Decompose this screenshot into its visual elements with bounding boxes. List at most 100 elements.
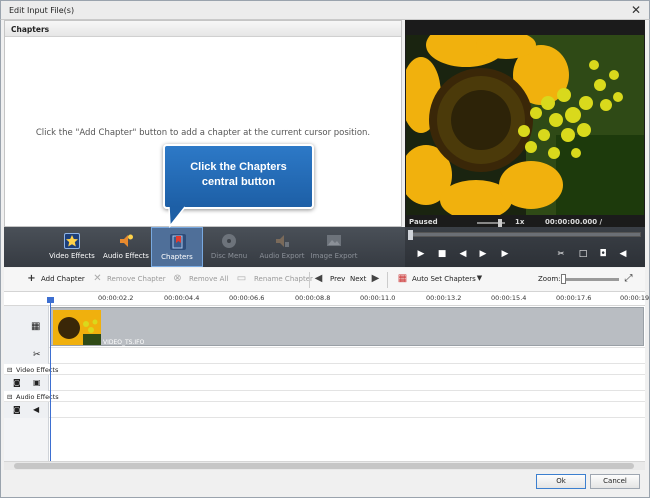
video-effects-section-label: Video Effects — [16, 366, 59, 374]
chapter-track-header: ✂ — [4, 348, 49, 364]
scrollbar-thumb[interactable] — [14, 463, 634, 469]
audio-effects-row: ◙ ◀ — [4, 402, 645, 418]
timeline-ruler: 00:00:02.2 00:00:04.4 00:00:06.6 00:00:0… — [4, 292, 650, 306]
tab-label: Video Effects — [49, 252, 95, 260]
visibility-toggle-icon[interactable]: ◙ — [13, 378, 21, 387]
zoom-label: Zoom: — [538, 275, 561, 283]
scissors-icon: ✂ — [33, 350, 41, 360]
visibility-toggle-icon[interactable]: ◙ — [13, 405, 21, 414]
cancel-button[interactable]: Cancel — [590, 474, 640, 489]
callout-text: Click the Chapters central button — [165, 160, 312, 190]
tab-video-effects[interactable]: Video Effects — [46, 227, 98, 267]
remove-chapter-icon: ✕ — [93, 273, 102, 284]
ruler-tick: 00:00:04.4 — [164, 294, 200, 302]
trim-icon[interactable]: ✂ — [555, 249, 567, 259]
audio-effects-icon — [118, 233, 134, 249]
callout-line-2: central button — [201, 176, 276, 188]
next-frame-icon[interactable]: ▶ — [477, 249, 489, 259]
ok-button[interactable]: Ok — [536, 474, 586, 489]
collapse-icon[interactable]: ⊟ — [7, 393, 12, 401]
playback-speed: 1x — [515, 218, 525, 226]
collapse-icon[interactable]: ⊟ — [7, 366, 12, 374]
tab-label: Audio Export — [259, 252, 305, 260]
chevron-down-icon[interactable]: ▼ — [474, 273, 485, 284]
next-arrow-icon[interactable]: ▶ — [370, 273, 381, 284]
disc-menu-icon — [221, 233, 237, 249]
crop-icon[interactable]: □ — [577, 249, 589, 259]
ruler-tick: 00:00:08.8 — [295, 294, 331, 302]
player-controls: ▶ ■ ◀ ▶ ▶ ✂ □ ◘ ◀ — [405, 227, 645, 267]
ruler-tick: 00:00:19.8 — [620, 294, 650, 302]
prev-arrow-icon[interactable]: ◀ — [313, 273, 324, 284]
tab-image-export[interactable]: Image Export — [308, 227, 360, 267]
clip-name: VIDEO_TS.IFO — [103, 339, 145, 346]
ruler-tick: 00:00:06.6 — [229, 294, 265, 302]
snapshot-icon[interactable]: ◘ — [597, 249, 609, 259]
film-icon: ▦ — [31, 321, 41, 332]
tutorial-callout: Click the Chapters central button — [163, 144, 314, 209]
remove-all-button[interactable]: Remove All — [189, 275, 228, 283]
previous-frame-icon[interactable]: ◀ — [457, 249, 469, 259]
window-title: Edit Input File(s) — [9, 6, 75, 15]
callout-pointer — [168, 206, 186, 228]
timeline-cursor-handle[interactable] — [47, 297, 54, 303]
toolbar-separator — [387, 272, 388, 288]
empty-track-header — [4, 418, 49, 461]
remove-chapter-button[interactable]: Remove Chapter — [107, 275, 166, 283]
tab-disc-menu[interactable]: Disc Menu — [203, 227, 255, 267]
chapters-header: Chapters — [5, 21, 401, 37]
tab-audio-export[interactable]: Audio Export — [256, 227, 308, 267]
fit-timeline-icon[interactable]: ⤢ — [623, 273, 634, 284]
chapter-track-row: ✂ — [4, 348, 645, 364]
audio-effects-section-label: Audio Effects — [16, 393, 59, 401]
remove-all-icon: ⊗ — [173, 273, 182, 284]
timeline: ▦ VIDEO_TS.IFO ✂ ⊟ Video Effects ◙ ▣ ⊟ A… — [4, 306, 645, 461]
add-chapter-icon[interactable]: + — [26, 273, 37, 284]
volume-icon[interactable]: ◀ — [617, 249, 629, 259]
audio-effects-header: ◙ ◀ — [4, 402, 49, 418]
edit-tab-bar: Video Effects Audio Effects Chapters Dis… — [4, 227, 405, 267]
video-effects-section: ⊟ Video Effects — [4, 364, 645, 375]
seek-thumb[interactable] — [408, 230, 413, 240]
skip-to-end-icon[interactable]: ▶ — [499, 249, 511, 259]
tab-audio-effects[interactable]: Audio Effects — [100, 227, 152, 267]
video-track-header: ▦ — [4, 306, 49, 348]
video-frame — [406, 35, 644, 215]
video-track-row: ▦ VIDEO_TS.IFO — [4, 306, 645, 348]
play-icon[interactable]: ▶ — [415, 249, 427, 259]
rename-chapter-button[interactable]: Rename Chapter — [254, 275, 313, 283]
close-icon[interactable]: ✕ — [629, 4, 643, 17]
stop-icon[interactable]: ■ — [436, 249, 448, 259]
playback-status: Paused — [409, 218, 438, 226]
ruler-tick: 00:00:11.0 — [360, 294, 396, 302]
callout-line-1: Click the Chapters — [190, 161, 287, 173]
zoom-slider-thumb[interactable] — [561, 274, 566, 284]
video-effects-header: ◙ ▣ — [4, 375, 49, 391]
auto-set-chapters-icon: ▦ — [397, 273, 408, 284]
speed-slider-thumb[interactable] — [498, 219, 502, 227]
ruler-tick: 00:00:17.6 — [556, 294, 592, 302]
tab-label: Image Export — [310, 252, 358, 260]
ruler-tick: 00:00:13.2 — [426, 294, 462, 302]
timeline-cursor[interactable] — [50, 300, 51, 462]
chapters-icon — [170, 234, 186, 250]
clip-thumbnail — [53, 310, 101, 345]
add-chapter-button[interactable]: Add Chapter — [41, 275, 85, 283]
seek-bar[interactable] — [408, 230, 641, 240]
prev-button[interactable]: Prev — [330, 275, 345, 283]
chapters-toolbar: + Add Chapter ✕ Remove Chapter ⊗ Remove … — [4, 268, 645, 292]
sunflower-image — [406, 35, 644, 215]
tab-chapters[interactable]: Chapters — [151, 227, 203, 267]
video-effects-row: ◙ ▣ — [4, 375, 645, 391]
audio-effects-section: ⊟ Audio Effects — [4, 391, 645, 402]
zoom-slider[interactable] — [562, 278, 619, 281]
timeline-scrollbar[interactable] — [4, 461, 645, 470]
image-export-icon — [326, 233, 342, 249]
auto-set-chapters-button[interactable]: Auto Set Chapters — [412, 275, 476, 283]
tab-label: Audio Effects — [103, 252, 149, 260]
next-button[interactable]: Next — [350, 275, 366, 283]
rename-chapter-icon: ▭ — [236, 273, 247, 284]
audio-effect-icon: ◀ — [33, 405, 40, 414]
audio-export-icon — [274, 233, 290, 249]
video-clip[interactable]: VIDEO_TS.IFO — [50, 307, 644, 346]
